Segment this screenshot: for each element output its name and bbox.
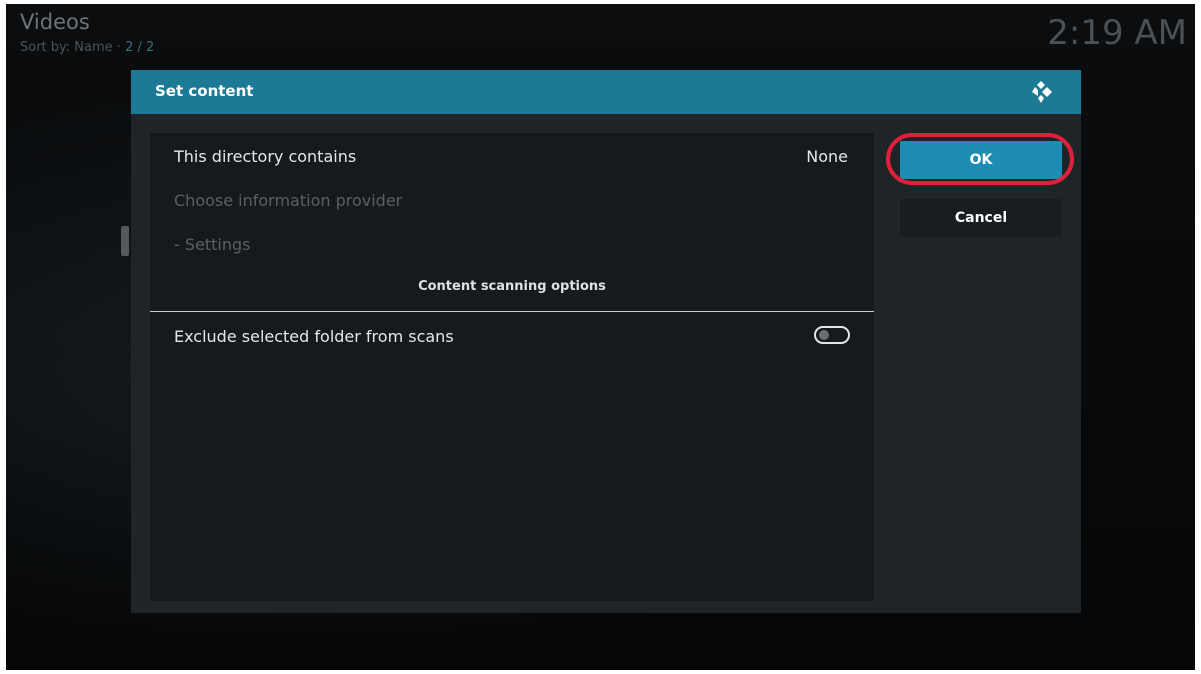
- kodi-logo-icon: [1032, 81, 1052, 103]
- choose-provider-row: Choose information provider: [174, 191, 403, 210]
- kodi-screen: Videos Sort by: Name · 2 / 2 2:19 AM Set…: [6, 4, 1195, 670]
- sort-separator: ·: [112, 40, 126, 55]
- highlight-annotation: [886, 133, 1074, 185]
- cancel-button[interactable]: Cancel: [900, 199, 1062, 237]
- dialog-title: Set content: [155, 82, 254, 100]
- directory-contains-value: None: [806, 147, 848, 166]
- toggle-knob: [819, 330, 829, 340]
- directory-contains-row[interactable]: This directory contains: [174, 147, 356, 166]
- item-count: 2 / 2: [125, 40, 155, 55]
- sort-label: Sort by: Name: [20, 40, 113, 55]
- exclude-toggle[interactable]: [814, 326, 850, 344]
- sort-info: Sort by: Name · 2 / 2: [20, 40, 154, 55]
- page-title: Videos: [20, 10, 90, 34]
- settings-list: This directory contains None Choose info…: [150, 133, 874, 601]
- clock: 2:19 AM: [1047, 13, 1187, 53]
- settings-row: - Settings: [174, 235, 251, 254]
- dialog-header: Set content: [131, 70, 1081, 114]
- exclude-folder-row[interactable]: Exclude selected folder from scans: [174, 327, 454, 346]
- separator: [150, 311, 874, 312]
- section-title: Content scanning options: [418, 279, 606, 294]
- set-content-dialog: Set content This directory contains None…: [131, 70, 1081, 613]
- side-menu-handle[interactable]: [121, 226, 129, 256]
